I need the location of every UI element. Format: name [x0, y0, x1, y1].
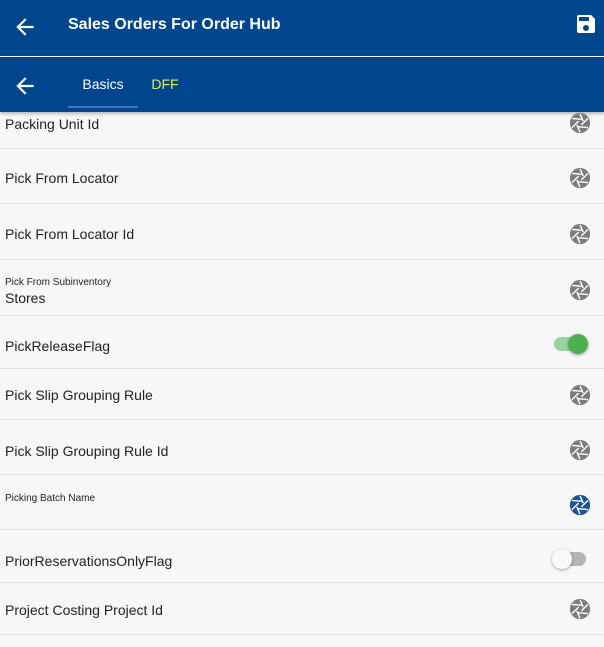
field-label: Pick Slip Grouping Rule Id [5, 443, 169, 459]
back-arrow-icon[interactable] [12, 73, 38, 99]
page-title: Sales Orders For Order Hub [68, 16, 281, 33]
list-item[interactable]: Pick From Locator [0, 149, 604, 204]
field-label: Pick From Locator Id [5, 226, 135, 242]
back-arrow-icon[interactable] [12, 14, 38, 40]
field-value: Stores [5, 290, 46, 306]
list-item[interactable]: Packing Unit Id [0, 112, 604, 149]
field-label: Pick From Subinventory [5, 277, 112, 288]
toggle-knob [568, 334, 588, 354]
aperture-icon[interactable] [569, 384, 591, 406]
field-label: PickReleaseFlag [5, 338, 111, 354]
list-item[interactable]: Picking Batch Name [0, 475, 604, 530]
list-item[interactable]: Pick From Locator Id [0, 204, 604, 260]
field-label: Pick From Locator [5, 170, 119, 186]
aperture-icon[interactable] [569, 494, 591, 516]
list-item[interactable]: PriorReservationsOnlyFlag [0, 530, 604, 583]
list-item[interactable]: Pick Slip Grouping Rule Id [0, 420, 604, 475]
aperture-icon[interactable] [569, 112, 591, 134]
app-bar: Sales Orders For Order Hub [0, 0, 604, 56]
save-icon[interactable] [574, 12, 598, 36]
field-label: Picking Batch Name [5, 493, 96, 504]
list-item[interactable]: PickReleaseFlag [0, 316, 604, 369]
aperture-icon[interactable] [569, 223, 591, 245]
aperture-icon[interactable] [569, 439, 591, 461]
field-label: PriorReservationsOnlyFlag [5, 553, 173, 569]
prior-reservations-only-flag-toggle[interactable] [552, 548, 588, 570]
list-item[interactable]: Pick Slip Grouping Rule [0, 369, 604, 420]
field-label: Pick Slip Grouping Rule [5, 387, 153, 403]
tab-basics[interactable]: Basics [68, 58, 138, 110]
list-item[interactable]: Pick From Subinventory Stores [0, 260, 604, 316]
tab-dff[interactable]: DFF [138, 58, 192, 110]
field-label: Packing Unit Id [5, 116, 100, 132]
toggle-knob [552, 549, 572, 569]
list-item[interactable]: Project Costing Project Id [0, 583, 604, 635]
pick-release-flag-toggle[interactable] [552, 333, 588, 355]
aperture-icon[interactable] [569, 598, 591, 620]
aperture-icon[interactable] [569, 167, 591, 189]
field-label: Project Costing Project Id [5, 602, 163, 618]
tab-bar: Basics DFF [0, 57, 604, 112]
aperture-icon[interactable] [569, 279, 591, 301]
